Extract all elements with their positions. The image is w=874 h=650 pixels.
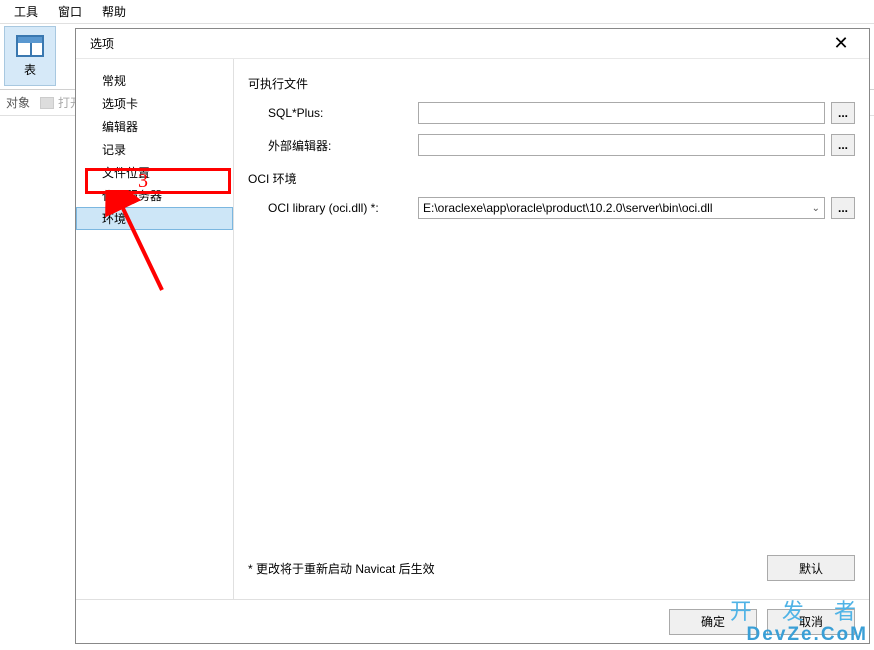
content-footer: * 更改将于重新启动 Navicat 后生效 默认: [248, 555, 855, 587]
section-executables: 可执行文件: [248, 75, 855, 92]
sidebar-item-environment[interactable]: 环境: [76, 207, 233, 230]
table-ribbon-button[interactable]: 表: [4, 26, 56, 86]
ok-button[interactable]: 确定: [669, 609, 757, 635]
menu-help[interactable]: 帮助: [92, 0, 136, 23]
sqlplus-browse-button[interactable]: ...: [831, 102, 855, 124]
ext-editor-label: 外部编辑器:: [268, 137, 418, 154]
oci-library-value: E:\oraclexe\app\oracle\product\10.2.0\se…: [423, 201, 713, 215]
options-sidebar: 常规 选项卡 编辑器 记录 文件位置 代理服务器 环境: [76, 59, 234, 599]
options-dialog: 选项 ✕ 常规 选项卡 编辑器 记录 文件位置 代理服务器 环境 可执行文件 S…: [75, 28, 870, 644]
menubar: 工具 窗口 帮助: [0, 0, 874, 24]
table-ribbon-label: 表: [24, 61, 36, 78]
ext-editor-row: 外部编辑器: ...: [248, 134, 855, 156]
open-table-icon: [40, 97, 54, 109]
section-oci: OCI 环境: [248, 170, 855, 187]
options-content: 可执行文件 SQL*Plus: ... 外部编辑器: ... OCI 环境 OC…: [234, 59, 869, 599]
sidebar-item-proxy[interactable]: 代理服务器: [76, 184, 233, 207]
oci-library-combobox[interactable]: E:\oraclexe\app\oracle\product\10.2.0\se…: [418, 197, 825, 219]
oci-library-label: OCI library (oci.dll) *:: [268, 201, 418, 215]
dialog-titlebar: 选项 ✕: [76, 29, 869, 59]
object-tab[interactable]: 对象: [6, 94, 30, 111]
chevron-down-icon: ⌄: [812, 203, 820, 214]
sidebar-item-file-location[interactable]: 文件位置: [76, 161, 233, 184]
sqlplus-row: SQL*Plus: ...: [248, 102, 855, 124]
menu-tools[interactable]: 工具: [4, 0, 48, 23]
sqlplus-input[interactable]: [418, 102, 825, 124]
sidebar-item-records[interactable]: 记录: [76, 138, 233, 161]
menu-window[interactable]: 窗口: [48, 0, 92, 23]
dialog-close-button[interactable]: ✕: [821, 30, 861, 58]
dialog-body: 常规 选项卡 编辑器 记录 文件位置 代理服务器 环境 可执行文件 SQL*Pl…: [76, 59, 869, 599]
sqlplus-label: SQL*Plus:: [268, 106, 418, 120]
table-icon: [16, 35, 44, 57]
ext-editor-input[interactable]: [418, 134, 825, 156]
object-tab-label: 对象: [6, 94, 30, 111]
cancel-button[interactable]: 取消: [767, 609, 855, 635]
oci-library-row: OCI library (oci.dll) *: E:\oraclexe\app…: [248, 197, 855, 219]
restart-note: * 更改将于重新启动 Navicat 后生效: [248, 560, 435, 577]
dialog-title: 选项: [90, 35, 114, 52]
oci-library-browse-button[interactable]: ...: [831, 197, 855, 219]
sidebar-item-tabs[interactable]: 选项卡: [76, 92, 233, 115]
dialog-buttons: 确定 取消: [76, 599, 869, 643]
default-button[interactable]: 默认: [767, 555, 855, 581]
ext-editor-browse-button[interactable]: ...: [831, 134, 855, 156]
sidebar-item-editor[interactable]: 编辑器: [76, 115, 233, 138]
close-icon: ✕: [833, 33, 848, 54]
sidebar-item-general[interactable]: 常规: [76, 69, 233, 92]
